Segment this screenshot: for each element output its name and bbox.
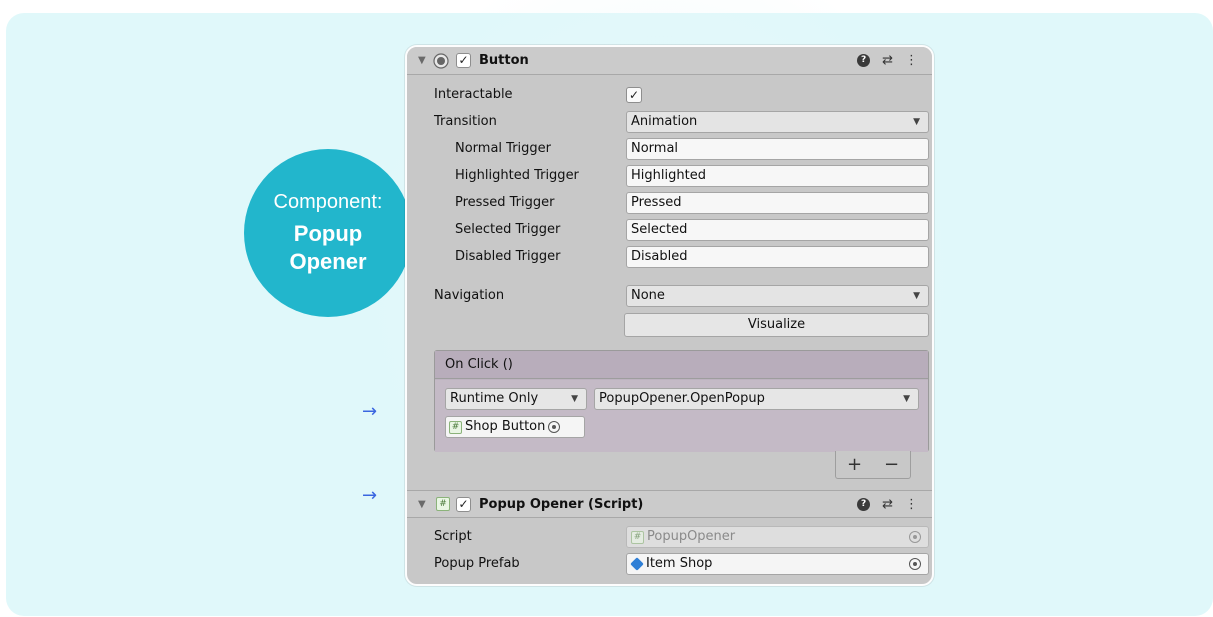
button-component-icon xyxy=(433,52,449,69)
target-object-field[interactable]: # Shop Button xyxy=(445,416,585,438)
pressed-trigger-row: Pressed Trigger Pressed xyxy=(407,191,932,215)
selected-trigger-label: Selected Trigger xyxy=(455,222,561,237)
dropdown-caret-icon: ▼ xyxy=(903,394,910,404)
transition-row: Transition Animation ▼ xyxy=(407,110,932,134)
foldout-triangle-icon[interactable]: ▼ xyxy=(418,499,426,510)
kebab-menu-icon[interactable]: ⋮ xyxy=(905,53,918,68)
disabled-trigger-field[interactable]: Disabled xyxy=(626,246,929,268)
transition-label: Transition xyxy=(434,114,497,129)
foldout-triangle-icon[interactable]: ▼ xyxy=(418,55,426,66)
popup-prefab-value: Item Shop xyxy=(646,556,713,571)
popup-opener-enabled-checkbox[interactable]: ✓ xyxy=(456,496,471,512)
dropdown-caret-icon: ▼ xyxy=(571,394,578,404)
object-picker-icon xyxy=(909,531,921,543)
navigation-dropdown[interactable]: None ▼ xyxy=(626,285,929,307)
presets-icon[interactable]: ⇄ xyxy=(882,497,893,512)
navigation-row: Navigation None ▼ xyxy=(407,284,932,308)
pressed-trigger-field[interactable]: Pressed xyxy=(626,192,929,214)
kebab-menu-icon[interactable]: ⋮ xyxy=(905,497,918,512)
script-field: # PopupOpener xyxy=(626,526,929,548)
button-enabled-checkbox[interactable]: ✓ xyxy=(456,53,471,68)
button-component-header[interactable]: ▼ ✓ Button ? ⇄ ⋮ xyxy=(407,47,932,75)
highlighted-trigger-field[interactable]: Highlighted xyxy=(626,165,929,187)
callout-name-line1: Popup xyxy=(293,221,363,246)
popup-opener-component-header[interactable]: ▼ # ✓ Popup Opener (Script) ? ⇄ ⋮ xyxy=(407,490,932,518)
script-value: PopupOpener xyxy=(647,529,736,544)
pressed-trigger-label: Pressed Trigger xyxy=(455,195,555,210)
function-value: PopupOpener.OpenPopup xyxy=(599,391,765,406)
arrow-right-icon: → xyxy=(362,485,378,506)
function-dropdown[interactable]: PopupOpener.OpenPopup ▼ xyxy=(594,388,919,410)
callout-name-line2: Opener xyxy=(289,249,367,274)
popup-opener-component-title: Popup Opener (Script) xyxy=(479,496,644,512)
prefab-cube-icon xyxy=(630,557,644,571)
popup-prefab-row: Popup Prefab Item Shop xyxy=(407,552,932,576)
callout-label: Component: xyxy=(273,191,383,213)
normal-trigger-label: Normal Trigger xyxy=(455,141,552,156)
remove-listener-button[interactable]: − xyxy=(884,454,899,475)
call-state-dropdown[interactable]: Runtime Only ▼ xyxy=(445,388,587,410)
header-icons: ? ⇄ ⋮ xyxy=(857,497,918,512)
script-hash-icon: # xyxy=(436,497,450,511)
script-hash-icon: # xyxy=(631,530,644,544)
arrow-right-icon: → xyxy=(362,401,378,422)
selected-trigger-field[interactable]: Selected xyxy=(626,219,929,241)
disabled-trigger-row: Disabled Trigger Disabled xyxy=(407,245,932,269)
on-click-event: On Click () Runtime Only ▼ PopupOpener.O… xyxy=(434,350,929,452)
event-add-remove: + − xyxy=(835,451,911,479)
navigation-label: Navigation xyxy=(434,288,505,303)
highlighted-trigger-label: Highlighted Trigger xyxy=(455,168,579,183)
header-icons: ? ⇄ ⋮ xyxy=(857,53,918,68)
interactable-label: Interactable xyxy=(434,87,513,102)
script-hash-icon: # xyxy=(449,420,462,434)
presets-icon[interactable]: ⇄ xyxy=(882,53,893,68)
highlighted-trigger-row: Highlighted Trigger Highlighted xyxy=(407,164,932,188)
help-icon[interactable]: ? xyxy=(857,54,871,67)
selected-trigger-row: Selected Trigger Selected xyxy=(407,218,932,242)
navigation-value: None xyxy=(631,288,665,303)
normal-trigger-field[interactable]: Normal xyxy=(626,138,929,160)
transition-dropdown[interactable]: Animation ▼ xyxy=(626,111,929,133)
visualize-button[interactable]: Visualize xyxy=(624,313,929,337)
transition-value: Animation xyxy=(631,114,698,129)
dropdown-caret-icon: ▼ xyxy=(913,291,920,301)
script-label: Script xyxy=(434,529,472,544)
component-callout: Component: Popup Opener xyxy=(244,149,412,317)
interactable-checkbox[interactable]: ✓ xyxy=(626,87,642,103)
on-click-header: On Click () xyxy=(435,351,928,379)
normal-trigger-row: Normal Trigger Normal xyxy=(407,137,932,161)
popup-prefab-field[interactable]: Item Shop xyxy=(626,553,929,575)
on-click-entry: Runtime Only ▼ PopupOpener.OpenPopup ▼ #… xyxy=(435,380,928,452)
target-object-value: Shop Button xyxy=(465,419,546,434)
disabled-trigger-label: Disabled Trigger xyxy=(455,249,561,264)
button-component-title: Button xyxy=(479,53,529,68)
call-state-value: Runtime Only xyxy=(450,391,539,406)
interactable-row: Interactable ✓ xyxy=(407,83,932,107)
object-picker-icon[interactable] xyxy=(548,421,561,433)
help-icon[interactable]: ? xyxy=(857,497,871,511)
object-picker-icon[interactable] xyxy=(909,558,921,570)
dropdown-caret-icon: ▼ xyxy=(913,117,920,127)
inspector-panel: ▼ ✓ Button ? ⇄ ⋮ Interactable ✓ Transiti… xyxy=(405,45,934,586)
add-listener-button[interactable]: + xyxy=(847,454,862,475)
popup-prefab-label: Popup Prefab xyxy=(434,556,520,571)
script-row: Script # PopupOpener xyxy=(407,525,932,549)
